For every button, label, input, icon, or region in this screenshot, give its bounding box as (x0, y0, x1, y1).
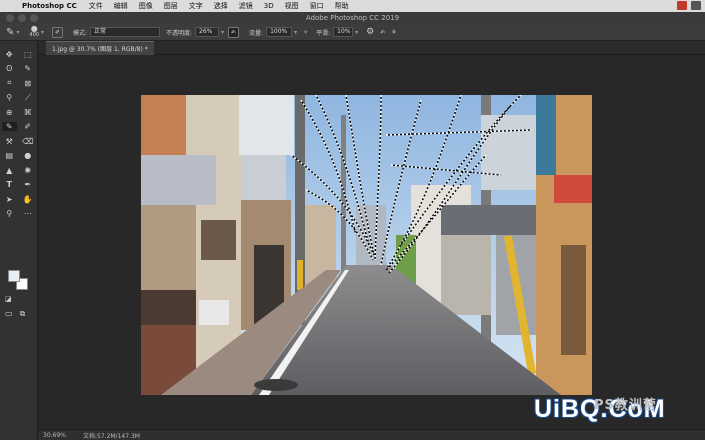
flow-label: 流量: (249, 29, 264, 37)
more-tools-icon[interactable]: ⋯ (20, 209, 35, 218)
hand-tool-icon[interactable]: ✋ (20, 195, 35, 204)
status-icon-red[interactable] (677, 1, 687, 10)
opacity-label: 不透明度: (166, 29, 193, 37)
pen-pressure-size-icon: ✍ (380, 28, 386, 36)
canvas-image[interactable] (141, 95, 592, 395)
watermark: PS教训营 UiBQ.CoM (534, 395, 666, 424)
chevron-down-icon[interactable]: ▾ (221, 29, 224, 36)
menu-select[interactable]: 选择 (214, 1, 228, 11)
butterfly-icon: ⚘ (391, 28, 397, 36)
patch-tool-icon[interactable]: ⌘ (20, 108, 35, 117)
window-title: Adobe Photoshop CC 2019 (305, 14, 400, 22)
sponge-tool-icon[interactable]: ✺ (20, 166, 35, 175)
menu-layer[interactable]: 图层 (164, 1, 178, 11)
brush-size-picker[interactable]: ● 400 (29, 25, 39, 39)
brush-settings-button[interactable]: ✐ (51, 26, 63, 38)
foreground-color-swatch[interactable] (8, 270, 20, 282)
zoom-button[interactable] (30, 14, 38, 22)
tools-panel: ✥ ⬚ ʘ ✎ ⌗ ⊠ ⚲ ⟋ ⊕ ⌘ ✎ ✐ ⚒ ⌫ ▤ ● ▲ ✺ T ✒ ➤ ✋ ⚲ ⋯ ◪ ▭ … (0, 41, 38, 440)
pen-pressure-icon: ✍ (231, 28, 237, 36)
menu-image[interactable]: 图像 (139, 1, 153, 11)
marquee-tool-icon[interactable]: ⬚ (20, 50, 35, 59)
menu-type[interactable]: 文字 (189, 1, 203, 11)
blur-tool-icon[interactable]: ● (20, 151, 35, 160)
mode-select[interactable]: 正常 (90, 27, 160, 37)
screen-mode-icon[interactable]: ⧉ (20, 309, 26, 319)
document-tab[interactable]: 1.jpg @ 30.7% (图层 1, RGB/8) * (46, 41, 154, 55)
zoom-level[interactable]: 30.69% (43, 432, 83, 439)
path-select-tool-icon[interactable]: ➤ (2, 195, 17, 204)
pressure-size-button[interactable]: ✍ (380, 29, 385, 36)
zoom-tool-icon[interactable]: ⚲ (2, 209, 17, 218)
dodge-tool-icon[interactable]: ▲ (2, 166, 17, 175)
mode-label: 模式: (72, 29, 87, 37)
menu-help[interactable]: 帮助 (335, 1, 349, 11)
crop-tool-icon[interactable]: ⌗ (2, 78, 17, 88)
brush-settings-icon: ✐ (54, 28, 60, 36)
window-titlebar: Adobe Photoshop CC 2019 (0, 12, 705, 24)
options-bar: ✎ ▾ ● 400 ▾ ✐ 模式: 正常 不透明度: 26% ▾ ✍ 流量: 10… (0, 24, 705, 41)
chevron-down-icon[interactable]: ▾ (41, 29, 44, 36)
brush-icon: ✎ (6, 26, 15, 38)
default-colors-icon[interactable]: ◪ (5, 295, 12, 303)
eyedropper-tool-icon[interactable]: ⚲ (2, 93, 17, 102)
document-tab-bar: 1.jpg @ 30.7% (图层 1, RGB/8) * (38, 41, 705, 55)
menu-bar: Photoshop CC 文件 编辑 图像 图层 文字 选择 滤镜 3D 视图 … (0, 0, 705, 12)
pen-tool-icon[interactable]: ✒ (20, 180, 35, 189)
menu-edit[interactable]: 编辑 (114, 1, 128, 11)
quick-mask-icon[interactable]: ▭ (5, 309, 13, 319)
menu-3d[interactable]: 3D (264, 2, 274, 10)
street-photo (141, 95, 592, 395)
menu-view[interactable]: 视图 (285, 1, 299, 11)
gradient-tool-icon[interactable]: ▤ (2, 151, 17, 160)
menu-filter[interactable]: 滤镜 (239, 1, 253, 11)
frame-tool-icon[interactable]: ⊠ (20, 79, 35, 88)
smooth-field[interactable]: 10% (333, 27, 354, 37)
move-tool-icon[interactable]: ✥ (2, 50, 17, 59)
watermark-subtext: PS教训营 (594, 398, 657, 413)
chevron-down-icon[interactable]: ▾ (355, 29, 358, 36)
lasso-tool-icon[interactable]: ʘ (2, 64, 17, 73)
menu-window[interactable]: 窗口 (310, 1, 324, 11)
pressure-opacity-button[interactable]: ✍ (228, 26, 240, 38)
close-button[interactable] (6, 14, 14, 22)
minimize-button[interactable] (18, 14, 26, 22)
app-menu[interactable]: Photoshop CC (22, 2, 77, 10)
status-icon-gray[interactable] (691, 1, 701, 10)
healing-brush-tool-icon[interactable]: ⊕ (2, 108, 17, 117)
brush-tool-preset[interactable]: ✎ ▾ (6, 27, 19, 38)
type-tool-icon[interactable]: T (2, 180, 17, 189)
clone-stamp-tool-icon[interactable]: ⚒ (2, 137, 17, 146)
chevron-down-icon: ▾ (16, 28, 20, 36)
menu-file[interactable]: 文件 (89, 1, 103, 11)
window-controls (6, 14, 38, 22)
smooth-label: 平滑: (316, 29, 331, 37)
status-icons (677, 1, 701, 10)
smoothing-options-button[interactable]: ⚙ (366, 27, 374, 37)
canvas-area[interactable] (38, 55, 705, 429)
symmetry-button[interactable]: ⚘ (391, 29, 396, 36)
ruler-tool-icon[interactable]: ⟋ (20, 93, 35, 103)
status-bar: 30.69% 文档:57.2M/147.3M (38, 429, 705, 440)
brush-size-value: 400 (29, 32, 39, 38)
flow-field[interactable]: 100% (266, 27, 293, 37)
chevron-down-icon[interactable]: ▾ (294, 29, 297, 36)
document-info[interactable]: 文档:57.2M/147.3M (83, 431, 140, 440)
quick-select-tool-icon[interactable]: ✎ (20, 64, 35, 73)
color-swatches[interactable] (8, 270, 34, 294)
brush-tool-icon[interactable]: ✎ (1, 122, 17, 132)
airbrush-button[interactable]: ✧ (303, 29, 308, 36)
pencil-tool-icon[interactable]: ✐ (20, 122, 35, 131)
document-tab-label: 1.jpg @ 30.7% (图层 1, RGB/8) * (52, 46, 148, 53)
gear-icon: ⚙ (366, 27, 375, 37)
eraser-tool-icon[interactable]: ⌫ (20, 137, 35, 146)
airbrush-icon: ✧ (303, 28, 309, 36)
opacity-field[interactable]: 26% (195, 27, 220, 37)
